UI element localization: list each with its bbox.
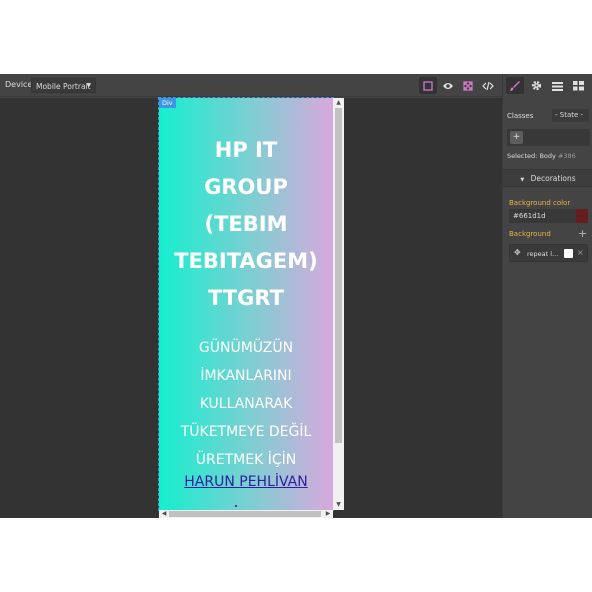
- sw-visibility-icon: [423, 80, 433, 91]
- selection-badge: Div: [159, 98, 176, 108]
- class-tags-box: +: [507, 129, 590, 146]
- editor-app: Device Mobile Portrait ▼ Div HP IT GROUP…: [0, 74, 592, 518]
- bg-color-input[interactable]: #661d1d: [509, 209, 588, 223]
- add-layer-button[interactable]: +: [578, 227, 587, 240]
- scroll-left-icon[interactable]: ◀: [159, 510, 169, 518]
- fullscreen-button[interactable]: [459, 77, 477, 94]
- bg-color-value: #661d1d: [513, 212, 546, 220]
- fullscreen-icon: [463, 80, 473, 91]
- selected-name: Body: [539, 152, 556, 160]
- scroll-up-icon[interactable]: ▲: [333, 98, 344, 108]
- editor-canvas: Div HP IT GROUP (TEBIM TEBITAGEM) TTGRT …: [0, 97, 502, 518]
- sw-visibility-button[interactable]: [419, 77, 437, 94]
- tab-blocks[interactable]: [569, 77, 587, 94]
- vertical-scroll-thumb[interactable]: [335, 108, 342, 443]
- code-button[interactable]: [479, 77, 497, 94]
- move-icon[interactable]: ✥: [514, 248, 521, 257]
- page-title[interactable]: HP IT GROUP (TEBIM TEBITAGEM) TTGRT: [159, 132, 333, 317]
- title-line: TEBITAGEM): [174, 249, 318, 273]
- tab-layers[interactable]: [548, 77, 566, 94]
- background-layer[interactable]: ✥ repeat l... ×: [509, 244, 588, 262]
- tab-settings[interactable]: [527, 77, 545, 94]
- title-line: HP IT: [214, 138, 278, 162]
- layer-preview-swatch: [564, 249, 573, 258]
- preview-icon: [443, 82, 453, 89]
- add-class-button[interactable]: +: [510, 131, 523, 144]
- caret-down-icon: ▼: [520, 177, 525, 183]
- title-line: (TEBIM: [204, 212, 288, 236]
- subtitle-line: TÜKETMEYE DEĞİL: [180, 424, 312, 440]
- page-subtitle[interactable]: GÜNÜMÜZÜN İMKANLARINI KULLANARAK TÜKETME…: [159, 334, 333, 474]
- selected-id: #386: [557, 152, 576, 160]
- scroll-down-icon[interactable]: ▼: [333, 500, 344, 510]
- device-select[interactable]: Mobile Portrait ▼: [31, 78, 96, 93]
- tab-style-manager[interactable]: [506, 77, 524, 94]
- bg-color-label: Background color: [509, 199, 571, 207]
- style-manager-icon: [510, 80, 520, 91]
- horizontal-scrollbar[interactable]: ◀ ▶: [159, 510, 333, 518]
- top-toolbar: Device Mobile Portrait ▼: [0, 74, 502, 97]
- subtitle-line: GÜNÜMÜZÜN: [198, 340, 294, 356]
- subtitle-line: KULLANARAK: [199, 396, 293, 412]
- layers-icon: [551, 81, 563, 91]
- scroll-right-icon[interactable]: ▶: [323, 510, 333, 518]
- color-swatch[interactable]: [576, 209, 588, 223]
- panel-tabs: [503, 74, 592, 97]
- horizontal-scroll-thumb[interactable]: [169, 511, 321, 517]
- device-label: Device: [5, 80, 33, 89]
- subtitle-line: İMKANLARINI: [200, 368, 292, 384]
- classes-label: Classes: [507, 112, 534, 120]
- title-line: GROUP: [204, 175, 288, 199]
- sector-title: Decorations: [530, 174, 576, 183]
- code-icon: [482, 81, 494, 90]
- layer-value: repeat l...: [527, 250, 559, 258]
- sector-decorations-header[interactable]: ▼ Decorations: [503, 169, 592, 187]
- right-panel: Classes - State - + Selected: Body #386 …: [502, 74, 592, 518]
- state-select[interactable]: - State -: [552, 109, 589, 122]
- page-body[interactable]: Div HP IT GROUP (TEBIM TEBITAGEM) TTGRT …: [158, 97, 334, 511]
- selected-info: Selected: Body #386: [507, 152, 576, 160]
- title-line: TTGRT: [208, 286, 284, 310]
- author-link[interactable]: HARUN PEHLİVAN: [159, 474, 333, 490]
- vertical-scrollbar[interactable]: ▲ ▼: [333, 98, 344, 510]
- preview-button[interactable]: [439, 77, 457, 94]
- background-label: Background: [509, 230, 551, 238]
- device-select-value: Mobile Portrait: [36, 82, 91, 91]
- device-frame: Div HP IT GROUP (TEBIM TEBITAGEM) TTGRT …: [158, 97, 344, 518]
- decorative-dot: [235, 505, 237, 507]
- chevron-down-icon: ▼: [86, 82, 91, 89]
- settings-icon: [531, 80, 541, 91]
- blocks-icon: [572, 80, 584, 90]
- close-icon[interactable]: ×: [577, 248, 584, 257]
- selected-label: Selected:: [507, 152, 538, 160]
- subtitle-line: ÜRETMEK İÇİN: [195, 452, 297, 468]
